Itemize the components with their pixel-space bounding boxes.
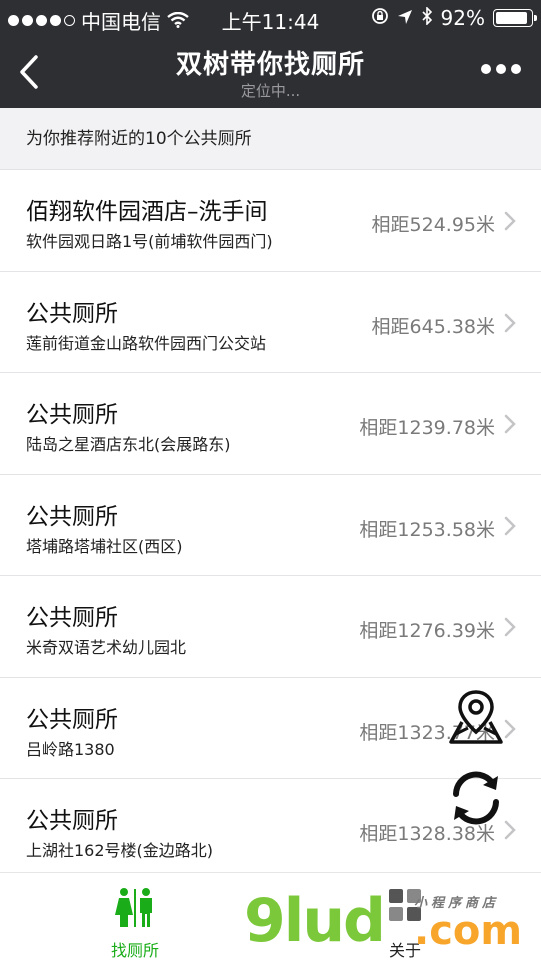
item-name: 公共厕所 <box>26 706 118 733</box>
battery-fill <box>496 12 528 24</box>
list-item[interactable]: 公共厕所 米奇双语艺术幼儿园北 相距1276.39米 <box>0 576 541 678</box>
chevron-right-icon <box>504 516 516 535</box>
item-address: 软件园观日路1号(前埔软件园西门) <box>26 232 273 251</box>
item-distance: 相距1239.78米 <box>359 417 495 439</box>
item-address: 莲前街道金山路软件园西门公交站 <box>26 333 267 353</box>
status-bar: 中国电信 上午11:44 92% <box>0 0 541 36</box>
item-name: 公共厕所 <box>26 808 118 834</box>
item-address: 吕岭路1380 <box>26 739 115 759</box>
item-distance: 相距524.95米 <box>371 214 495 236</box>
page-subtitle: 定位中... <box>240 82 301 100</box>
chevron-right-icon <box>504 617 516 637</box>
list-header: 为你推荐附近的10个公共厕所 <box>0 108 541 170</box>
chevron-right-icon <box>504 414 516 434</box>
location-arrow-icon <box>397 6 413 30</box>
item-address: 塔埔路塔埔社区(西区) <box>26 536 183 556</box>
top-bar: 中国电信 上午11:44 92% 双树带你找厕所 定位中... <box>0 0 541 108</box>
battery-percent: 92% <box>440 6 485 30</box>
map-pin-icon <box>449 690 503 744</box>
more-dot <box>496 64 506 74</box>
more-dot <box>511 64 521 74</box>
restroom-icon <box>115 888 152 927</box>
chevron-right-icon <box>504 211 516 231</box>
item-address: 上湖社162号楼(金边路北) <box>26 841 214 860</box>
watermark-brand: 9lud <box>244 886 386 956</box>
item-name: 公共厕所 <box>26 300 118 327</box>
list-item[interactable]: 公共厕所 陆岛之星酒店东北(会展路东) 相距1239.78米 <box>0 373 541 475</box>
item-name: 佰翔软件园酒店–洗手间 <box>26 199 268 225</box>
rotation-lock-icon <box>371 6 389 30</box>
tab-find-toilet-label: 找厕所 <box>110 941 159 960</box>
item-distance: 相距1253.58米 <box>359 518 495 541</box>
nav-bar: 双树带你找厕所 定位中... <box>0 36 541 108</box>
page-title: 双树带你找厕所 <box>175 50 365 80</box>
tab-find-toilet[interactable]: 找厕所 <box>60 873 210 960</box>
item-name: 公共厕所 <box>26 402 118 428</box>
chevron-right-icon <box>504 313 516 332</box>
bluetooth-icon <box>421 6 433 30</box>
item-name: 公共厕所 <box>26 503 118 530</box>
refresh-icon <box>453 771 499 825</box>
list-item[interactable]: 公共厕所 莲前街道金山路软件园西门公交站 相距645.38米 <box>0 272 541 373</box>
watermark: 9lud 小程序商店 .com <box>244 886 524 958</box>
item-name: 公共厕所 <box>26 605 118 631</box>
item-address: 米奇双语艺术幼儿园北 <box>26 638 187 657</box>
more-button[interactable] <box>481 64 521 74</box>
list-item[interactable]: 佰翔软件园酒店–洗手间 软件园观日路1号(前埔软件园西门) 相距524.95米 <box>0 170 541 272</box>
item-address: 陆岛之星酒店东北(会展路东) <box>26 435 231 454</box>
refresh-button[interactable] <box>446 768 506 828</box>
list-item[interactable]: 公共厕所 塔埔路塔埔社区(西区) 相距1253.58米 <box>0 475 541 576</box>
battery-icon <box>493 9 537 27</box>
status-right: 92% <box>371 6 537 30</box>
item-distance: 相距645.38米 <box>371 315 495 338</box>
watermark-suffix: .com <box>414 908 523 954</box>
map-location-button[interactable] <box>446 688 506 746</box>
item-distance: 相距1276.39米 <box>359 620 495 642</box>
more-dot <box>481 64 491 74</box>
